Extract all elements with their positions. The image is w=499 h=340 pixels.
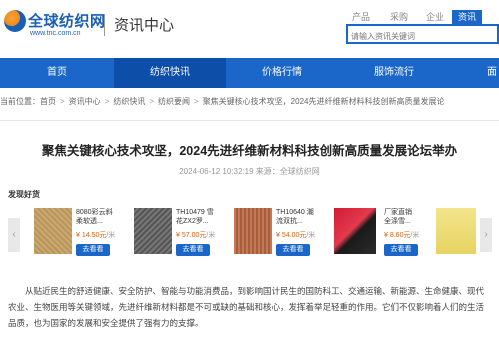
nav-item-prices[interactable]: 价格行情 [226,58,338,88]
fabric-swatch-icon[interactable] [234,208,272,254]
view-product-button[interactable]: 去看看 [276,244,310,256]
logo-name: 全球纺织网 [28,13,106,30]
product-card[interactable]: 厂家直销 全涤雪... ¥ 8.60元/米 去看看 [334,208,420,262]
breadcrumb-textile-news[interactable]: 纺织快讯 [113,96,145,107]
section-title: 资讯中心 [114,17,175,34]
carousel-prev-icon[interactable]: ‹ [8,218,20,252]
logo-url: www.tnc.com.cn [30,30,81,37]
price-value: ¥ 8.60元 [384,232,411,239]
header-divider [104,14,105,36]
carousel-next-icon[interactable]: › [480,218,492,252]
product-price: ¥ 8.60元/米 [384,230,426,240]
fabric-swatch-icon[interactable] [436,208,476,254]
main-nav: 首页 纺织快讯 价格行情 服饰流行 面 [0,58,499,88]
article-title: 聚焦关键核心技术攻坚，2024先进纤维新材料科技创新高质量发展论坛举办 [41,144,458,158]
nav-item-textile-news[interactable]: 纺织快讯 [114,58,226,88]
price-unit: /米 [410,232,420,239]
search-tab-companies[interactable]: 企业 [420,10,450,24]
view-product-button[interactable]: 去看看 [384,244,418,256]
fabric-swatch-icon[interactable] [34,208,72,254]
site-logo[interactable]: 全球纺织网 www.tnc.com.cn [4,8,105,42]
products-section-label: 发现好货 [8,190,40,199]
product-price: ¥ 54.00元/米 [276,230,318,240]
breadcrumb-separator-icon: > [149,97,155,106]
price-value: ¥ 57.00元 [176,232,207,239]
breadcrumb-home[interactable]: 当前位置：首页 [0,96,56,107]
search-box [346,24,499,45]
breadcrumb-separator-icon: > [104,97,110,106]
breadcrumb-separator-icon: > [60,97,65,106]
article-body: 从贴近民生的舒适健康、安全防护、智能与功能消费品，到影响国计民生的国防科工、交通… [8,286,485,328]
price-unit: /米 [106,232,116,239]
price-unit: /米 [206,232,216,239]
breadcrumb-news-center[interactable]: 资讯中心 [69,96,101,107]
product-card[interactable]: TH10640 潮流双抗... ¥ 54.00元/米 去看看 [234,208,318,262]
globe-logo-icon [4,10,26,32]
breadcrumb-current: 聚焦关键核心技术攻坚，2024先进纤维新材料科技创新高质量发展论 [202,97,445,106]
search-tab-purchase[interactable]: 采购 [384,10,414,24]
nav-item-more[interactable]: 面 [450,58,499,88]
search-tab-products[interactable]: 产品 [346,10,376,24]
breadcrumb-separator-icon: > [194,97,199,106]
price-value: ¥ 54.00元 [276,232,307,239]
site-header: 全球纺织网 www.tnc.com.cn 资讯中心 产品 采购 企业 资讯 [0,0,499,58]
search-tab-news[interactable]: 资讯 [452,10,482,24]
search-input[interactable] [348,28,497,45]
article-meta: 2024-06-12 10:32:19 来源：全球纺织网 [179,167,320,176]
breadcrumb-key-news[interactable]: 纺织要闻 [158,96,190,107]
breadcrumb-divider [0,120,499,121]
price-unit: /米 [306,232,316,239]
product-name[interactable]: 8080彩云斜柔软透... [76,208,118,226]
product-name[interactable]: 厂家直销 全涤雪... [384,208,420,226]
product-name[interactable]: TH10479 雪花ZX2罗... [176,208,218,226]
nav-item-fashion[interactable]: 服饰流行 [338,58,450,88]
nav-item-home[interactable]: 首页 [0,58,114,88]
product-card[interactable]: 8080彩云斜柔软透... ¥ 14.50元/米 去看看 [34,208,118,262]
product-card[interactable] [436,208,478,262]
fabric-swatch-icon[interactable] [134,208,172,254]
product-name[interactable]: TH10640 潮流双抗... [276,208,318,226]
product-price: ¥ 57.00元/米 [176,230,218,240]
product-card[interactable]: TH10479 雪花ZX2罗... ¥ 57.00元/米 去看看 [134,208,218,262]
view-product-button[interactable]: 去看看 [176,244,210,256]
price-value: ¥ 14.50元 [76,232,107,239]
product-price: ¥ 14.50元/米 [76,230,118,240]
breadcrumb: 当前位置：首页 > 资讯中心 > 纺织快讯 > 纺织要闻 > 聚焦关键核心技术攻坚，2024先进… [0,96,499,112]
view-product-button[interactable]: 去看看 [76,244,110,256]
fabric-swatch-icon[interactable] [334,208,376,254]
